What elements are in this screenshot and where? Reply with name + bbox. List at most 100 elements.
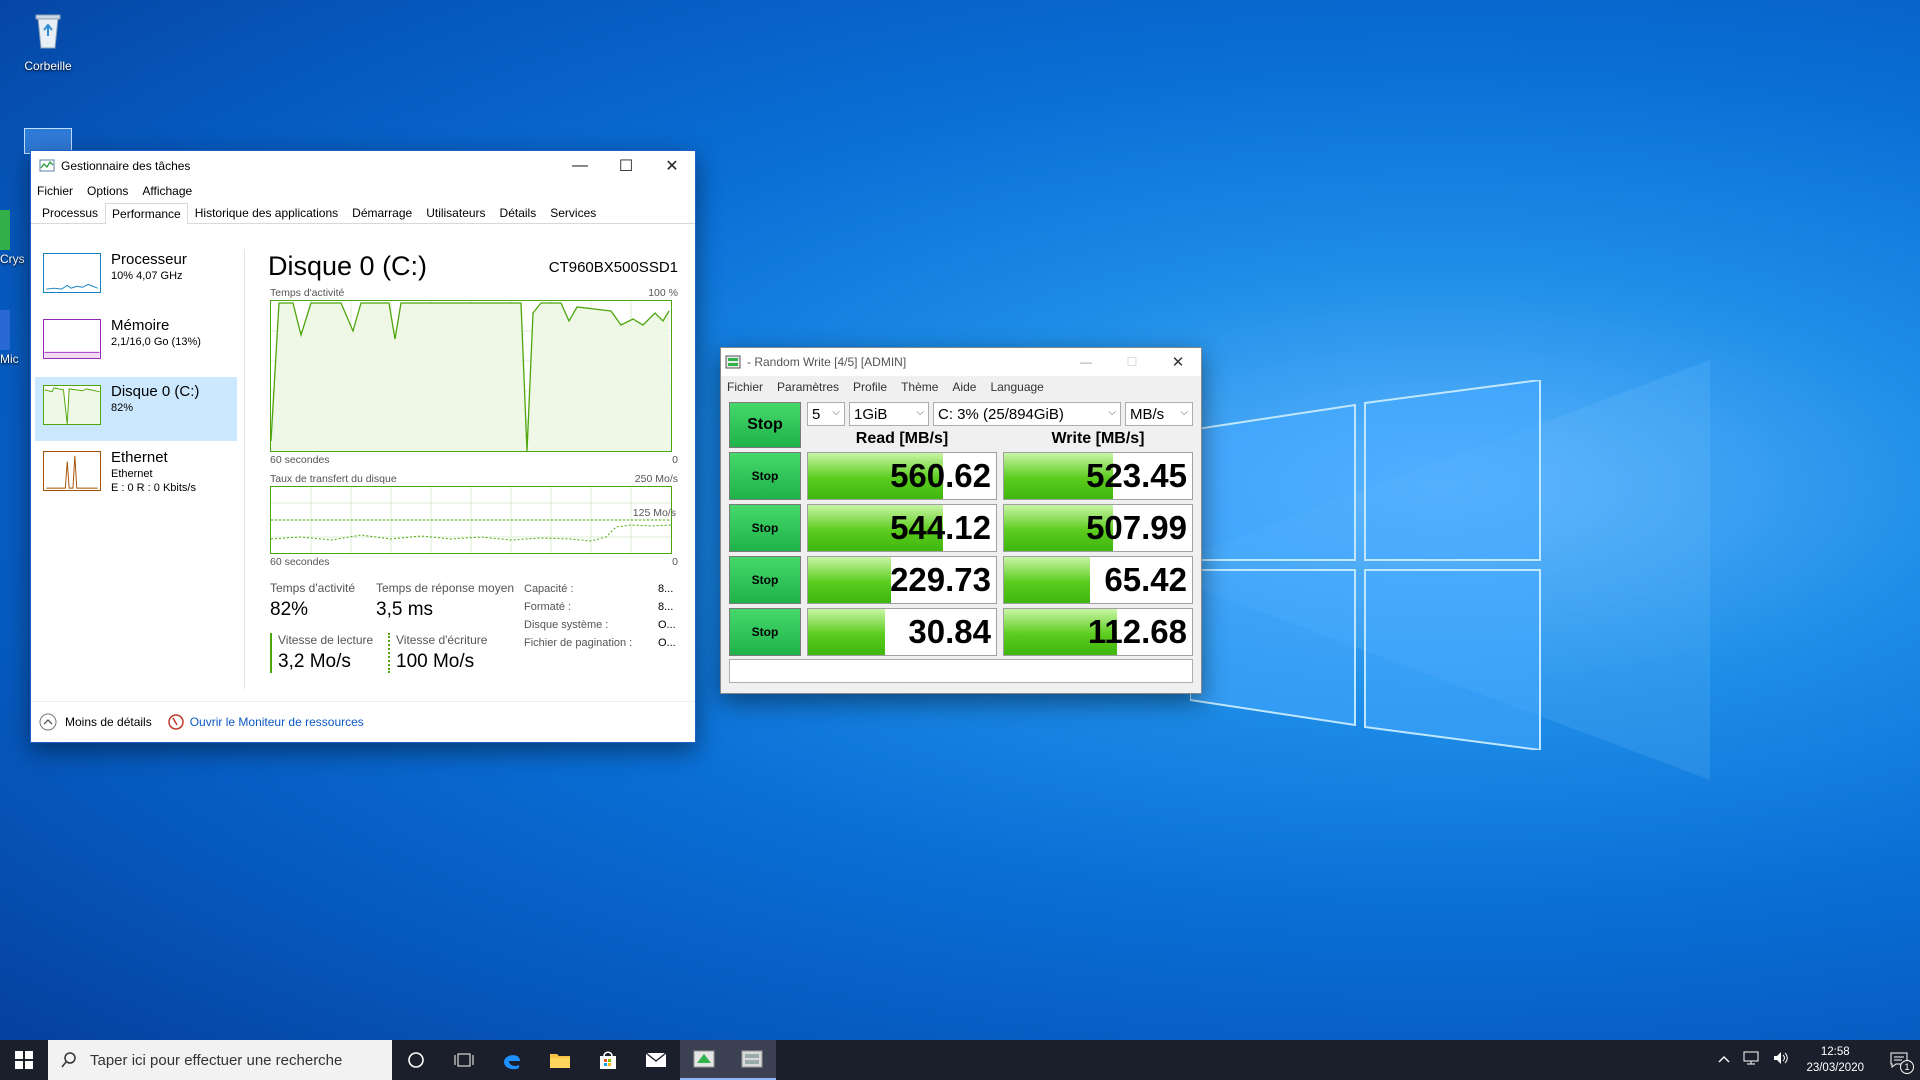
read-result-cell: 544.12 [807,504,997,552]
task-manager-icon [39,159,55,172]
sidebar-item-sub: 10% 4,07 GHz [111,270,183,282]
minimize-button[interactable]: — [1063,355,1109,369]
size-select[interactable]: 1GiB ⌵ [849,402,929,426]
activity-time-label: Temps d'activité [270,581,355,595]
maximize-button[interactable]: ☐ [603,151,649,181]
store-button[interactable] [584,1040,632,1080]
menu-parametres[interactable]: Paramètres [777,380,839,394]
performance-sidebar: Processeur 10% 4,07 GHz Mémoire 2,1/16,0… [31,245,241,685]
network-button[interactable] [1736,1050,1766,1071]
fewer-details-button[interactable]: Moins de détails [39,713,152,731]
chevron-down-icon: ⌵ [1180,407,1188,418]
sidebar-item-sub: 82% [111,402,134,414]
graph2-time: 60 secondes [270,556,330,568]
tab-processus[interactable]: Processus [35,202,105,223]
size-value: 1GiB [854,405,888,423]
tab-demarrage[interactable]: Démarrage [345,202,419,223]
edge-icon [504,1055,520,1070]
system-disk-label: Disque système : [524,619,609,631]
crystaldiskmark-window: - Random Write [4/5] [ADMIN] — ☐ ✕ Fichi… [720,347,1202,694]
menu-options[interactable]: Options [87,184,128,198]
notification-count-badge: 1 [1900,1060,1914,1074]
search-box[interactable]: Taper ici pour effectuer une recherche [48,1040,392,1080]
task-view-button[interactable] [440,1040,488,1080]
store-bag-icon [600,1051,616,1069]
tab-utilisateurs[interactable]: Utilisateurs [419,202,492,223]
cortana-button[interactable] [392,1040,440,1080]
count-select[interactable]: 5 ⌵ [807,402,845,426]
title-bar[interactable]: - Random Write [4/5] [ADMIN] — ☐ ✕ [721,348,1201,376]
menu-fichier[interactable]: Fichier [727,380,763,394]
stop-all-button[interactable]: Stop [729,402,801,448]
tab-details[interactable]: Détails [493,202,544,223]
tab-services[interactable]: Services [543,202,603,223]
pagefile-value: O... [658,637,676,649]
windows-logo-wallpaper [1190,380,1541,750]
write-speed-label: Vitesse d'écriture [396,633,488,647]
system-tray: 12:58 23/03/2020 1 [1712,1040,1920,1080]
tab-historique[interactable]: Historique des applications [188,202,345,223]
read-header: Read [MB/s] [855,430,949,447]
window-title: - Random Write [4/5] [ADMIN] [747,355,907,369]
ethernet-thumbnail-graph [43,451,101,491]
folder-icon [550,1054,570,1068]
crystaldiskinfo-taskbar-button[interactable] [680,1040,728,1080]
cpu-thumbnail-graph [43,253,101,293]
resource-monitor-link[interactable]: Ouvrir le Moniteur de ressources [167,714,364,730]
menu-profile[interactable]: Profile [853,380,887,394]
show-hidden-icons-button[interactable] [1712,1051,1736,1069]
clock-time: 12:58 [1820,1046,1850,1058]
taskbar: Taper ici pour effectuer une recherche 1… [0,1040,1920,1080]
write-result-value: 112.68 [1087,613,1187,650]
tab-performance[interactable]: Performance [105,203,188,224]
network-icon [1743,1051,1759,1064]
row-stop-button[interactable]: Stop [729,608,801,656]
sidebar-item-ethernet[interactable]: Ethernet Ethernet E : 0 R : 0 Kbits/s [35,443,237,507]
mail-button[interactable] [632,1040,680,1080]
crystaldiskmark-taskbar-button[interactable] [728,1040,776,1080]
menu-aide[interactable]: Aide [952,380,976,394]
recycle-bin-label: Corbeille [24,59,72,73]
row-stop-button[interactable]: Stop [729,452,801,500]
drive-select[interactable]: C: 3% (25/894GiB) ⌵ [933,402,1121,426]
start-button[interactable] [0,1040,48,1080]
graph1-max: 100 % [648,287,678,299]
speaker-icon [1774,1051,1789,1064]
maximize-button[interactable]: ☐ [1109,355,1155,369]
write-result-value: 65.42 [1104,561,1187,598]
read-speed-value: 3,2 Mo/s [278,651,351,672]
recycle-bin-icon [35,14,61,49]
title-bar[interactable]: Gestionnaire des tâches — ☐ ✕ [31,151,695,181]
recycle-bin[interactable]: Corbeille [8,8,88,73]
notification-center-button[interactable]: 1 [1878,1040,1920,1080]
cortana-circle-icon [408,1052,424,1068]
write-speed-marker [388,633,390,673]
close-button[interactable]: ✕ [1155,353,1201,371]
minimize-button[interactable]: — [557,151,603,181]
desktop-shortcut-partial-2[interactable]: Mic [0,310,34,366]
activity-graph [270,300,672,452]
menu-theme[interactable]: Thème [901,380,938,394]
sidebar-item-disque[interactable]: Disque 0 (C:) 82% [35,377,237,441]
volume-button[interactable] [1766,1050,1796,1071]
sidebar-item-processeur[interactable]: Processeur 10% 4,07 GHz [35,245,237,309]
write-header: Write [MB/s] [1051,430,1145,447]
row-stop-button[interactable]: Stop [729,504,801,552]
menu-affichage[interactable]: Affichage [142,184,192,198]
unit-select[interactable]: MB/s ⌵ [1125,402,1193,426]
menu-language[interactable]: Language [990,380,1043,394]
desktop-shortcut-partial-1[interactable]: Crys [0,210,34,266]
task-view-icon [454,1053,474,1067]
disk-thumbnail-graph [43,385,101,425]
file-explorer-button[interactable] [536,1040,584,1080]
row-stop-button[interactable]: Stop [729,556,801,604]
sidebar-divider [244,249,245,689]
graph1-min: 0 [672,454,678,466]
edge-button[interactable] [488,1040,536,1080]
response-time-value: 3,5 ms [376,599,434,620]
close-button[interactable]: ✕ [649,151,695,181]
menu-fichier[interactable]: Fichier [37,184,73,198]
sidebar-item-memoire[interactable]: Mémoire 2,1/16,0 Go (13%) [35,311,237,375]
clock[interactable]: 12:58 23/03/2020 [1806,1044,1864,1076]
write-result-value: 523.45 [1086,457,1187,494]
